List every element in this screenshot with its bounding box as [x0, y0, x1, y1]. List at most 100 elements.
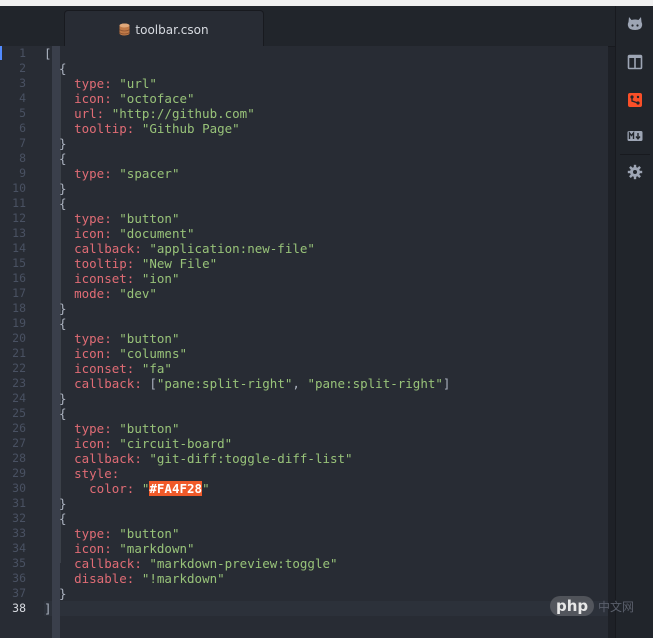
code-key: iconset: [74, 361, 135, 376]
code-line: } [44, 586, 67, 601]
code-editor[interactable]: 1 2 3 4 5 6 7 8 9 10 11 12 13 14 15 16 17 18 19 20 21 22 23 24 2… [0, 46, 608, 638]
code-punct: } [44, 496, 67, 511]
code-line: callback: "git-diff:toggle-diff-list" [44, 451, 353, 466]
code-punct [134, 571, 142, 586]
code-punct: { [44, 511, 67, 526]
code-string: "markdown" [119, 541, 195, 556]
line-number: 31 [12, 496, 26, 510]
code-punct: } [44, 586, 67, 601]
code-key: type: [74, 331, 112, 346]
line-number: 6 [19, 121, 26, 135]
octoface-button[interactable] [625, 14, 645, 34]
code-line: { [44, 61, 67, 76]
code-line: callback: "application:new-file" [44, 241, 315, 256]
code-area[interactable]: [ { type: "url" icon: "octoface" url: "h… [44, 46, 608, 638]
code-line: { [44, 316, 67, 331]
code-punct [134, 481, 142, 496]
tab-toolbar-cson[interactable]: toolbar.cson [64, 10, 264, 48]
code-punct: ] [442, 376, 451, 391]
code-punct [44, 121, 74, 136]
markdown-preview-button[interactable] [625, 126, 645, 146]
code-key: type: [74, 166, 112, 181]
code-punct [44, 571, 74, 586]
code-punct [44, 286, 74, 301]
code-punct [44, 541, 74, 556]
line-number: 3 [19, 76, 26, 90]
code-string: "circuit-board" [119, 436, 233, 451]
code-punct [44, 526, 74, 541]
line-number: 1 [19, 46, 26, 60]
code-punct [44, 76, 74, 91]
line-number: 10 [12, 181, 26, 195]
line-number: 38 [12, 601, 26, 615]
columns-icon [627, 54, 643, 70]
code-string: "button" [119, 421, 180, 436]
code-string: "pane:split-right" [307, 376, 443, 391]
code-line: tooltip: "New File" [44, 256, 217, 271]
code-punct: } [44, 181, 67, 196]
line-number: 8 [19, 151, 26, 165]
code-punct: { [44, 151, 67, 166]
code-key: style: [74, 466, 120, 481]
line-number-gutter: 1 2 3 4 5 6 7 8 9 10 11 12 13 14 15 16 17 18 19 20 21 22 23 24 2… [0, 46, 44, 638]
code-punct [44, 436, 74, 451]
code-key: callback: [74, 556, 142, 571]
code-key: type: [74, 526, 112, 541]
code-punct [44, 241, 74, 256]
markdown-icon [627, 131, 643, 141]
line-number: 5 [19, 106, 26, 120]
code-line: ] [44, 601, 52, 616]
code-punct: [ [44, 46, 52, 61]
line-number: 19 [12, 316, 26, 330]
line-number: 9 [19, 166, 26, 180]
code-punct: { [44, 196, 67, 211]
code-string: " [202, 481, 210, 496]
code-key: tooltip: [74, 121, 135, 136]
code-key: icon: [74, 226, 112, 241]
code-key: icon: [74, 541, 112, 556]
settings-button[interactable] [625, 162, 645, 182]
line-number: 30 [12, 481, 26, 495]
code-string: "button" [119, 331, 180, 346]
tab-bar: toolbar.cson [0, 6, 615, 48]
code-line: type: "button" [44, 526, 179, 541]
diff-list-button[interactable] [625, 90, 645, 110]
line-number: 35 [12, 556, 26, 570]
code-string: "http://github.com" [111, 106, 255, 121]
code-key: type: [74, 76, 112, 91]
code-key: mode: [74, 286, 112, 301]
code-punct: } [44, 391, 67, 406]
code-line: type: "button" [44, 211, 179, 226]
tab-title: toolbar.cson [135, 22, 209, 37]
code-punct [44, 421, 74, 436]
line-number: 21 [12, 346, 26, 360]
toolbar-spacer [620, 154, 650, 155]
code-line: } [44, 391, 67, 406]
code-line: icon: "document" [44, 226, 194, 241]
split-columns-button[interactable] [625, 52, 645, 72]
code-string: "git-diff:toggle-diff-list" [149, 451, 353, 466]
code-line: mode: "dev" [44, 286, 157, 301]
code-line: icon: "circuit-board" [44, 436, 232, 451]
line-number: 2 [19, 61, 26, 75]
code-string: "ion" [141, 271, 180, 286]
code-key: icon: [74, 346, 112, 361]
code-line: tooltip: "Github Page" [44, 121, 240, 136]
code-line: icon: "markdown" [44, 541, 195, 556]
line-number: 24 [12, 391, 26, 405]
code-punct: [ [141, 376, 157, 391]
code-key: iconset: [74, 271, 135, 286]
toolbar-sidebar [615, 6, 653, 638]
code-punct [134, 361, 142, 376]
code-string: "Github Page" [141, 121, 240, 136]
line-number: 7 [19, 136, 26, 150]
line-number: 20 [12, 331, 26, 345]
code-punct [44, 346, 74, 361]
code-punct [44, 271, 74, 286]
code-key: color: [89, 481, 135, 496]
code-key: icon: [74, 436, 112, 451]
code-line: callback: ["pane:split-right", "pane:spl… [44, 376, 450, 391]
code-key: callback: [74, 451, 142, 466]
code-punct: } [44, 136, 67, 151]
code-line: } [44, 136, 67, 151]
